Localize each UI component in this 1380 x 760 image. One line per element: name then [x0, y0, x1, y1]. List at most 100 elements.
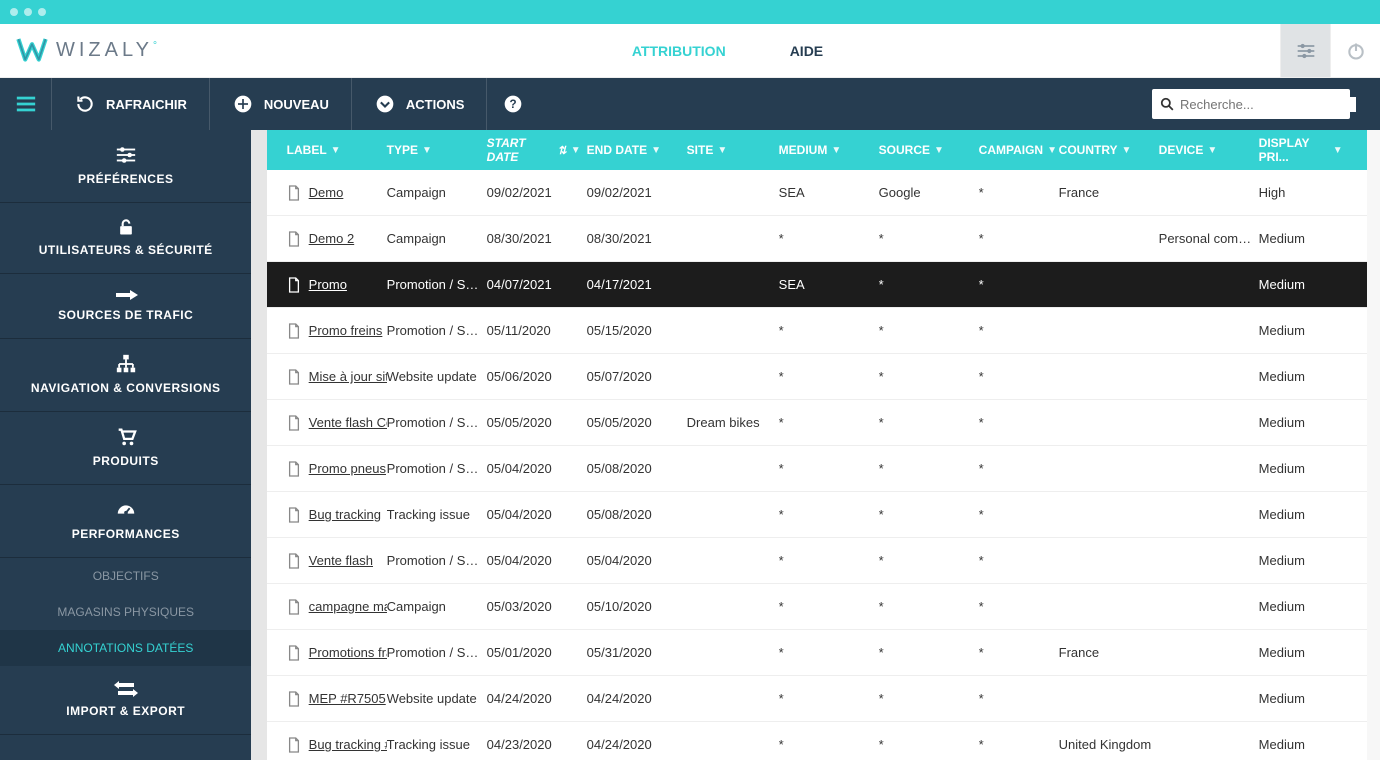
column-header-medium[interactable]: MEDIUM ▼	[779, 143, 879, 157]
sidebar-item-cart[interactable]: PRODUITS	[0, 412, 251, 485]
hamburger-menu-icon[interactable]	[0, 78, 52, 130]
sidebar-subitem[interactable]: ANNOTATIONS DATÉES	[0, 630, 251, 666]
sidebar-scrollbar[interactable]	[251, 130, 266, 760]
row-label-link[interactable]: Vente flash Copy	[309, 415, 387, 430]
cell-country: France	[1059, 645, 1159, 660]
cell-medium: *	[779, 691, 879, 706]
cell-priority: Medium	[1259, 415, 1349, 430]
cell-type: Website update	[387, 691, 487, 706]
row-label-link[interactable]: Promo freins	[309, 323, 383, 338]
cell-end-date: 05/08/2020	[587, 507, 687, 522]
cell-priority: Medium	[1259, 231, 1349, 246]
row-label-link[interactable]: Promo	[309, 277, 347, 292]
sidebar-item-lock[interactable]: UTILISATEURS & SÉCURITÉ	[0, 203, 251, 274]
svg-text:?: ?	[510, 98, 517, 111]
search-input[interactable]	[1180, 97, 1356, 112]
row-label-link[interactable]: MEP #R7505	[309, 691, 386, 706]
table-row[interactable]: PromoPromotion / Sales04/07/202104/17/20…	[267, 262, 1367, 308]
row-label-link[interactable]: Demo 2	[309, 231, 355, 246]
cell-end-date: 04/17/2021	[587, 277, 687, 292]
column-label: DEVICE	[1159, 143, 1204, 157]
table-row[interactable]: DemoCampaign09/02/202109/02/2021SEAGoogl…	[267, 170, 1367, 216]
cell-start-date: 05/04/2020	[487, 507, 587, 522]
app-header: WIZALY° ATTRIBUTION AIDE	[0, 24, 1380, 78]
table-row[interactable]: campagne mai ...Campaign05/03/202005/10/…	[267, 584, 1367, 630]
row-label-link[interactable]: Demo	[309, 185, 344, 200]
sidebar-subitem[interactable]: MAGASINS PHYSIQUES	[0, 594, 251, 630]
column-header-priority[interactable]: DISPLAY PRI... ▼	[1259, 136, 1349, 164]
sidebar-item-label: PRODUITS	[93, 454, 159, 468]
column-header-end[interactable]: END DATE ▼	[587, 143, 687, 157]
column-label: END DATE	[587, 143, 647, 157]
cell-medium: *	[779, 507, 879, 522]
sidebar-item-import-export[interactable]: IMPORT & EXPORT	[0, 666, 251, 735]
cell-end-date: 05/04/2020	[587, 553, 687, 568]
column-header-country[interactable]: COUNTRY ▼	[1059, 143, 1159, 157]
column-header-start[interactable]: START DATE ⇅ ▼	[487, 136, 587, 164]
window-dot[interactable]	[38, 8, 46, 16]
sidebar-item-arrow-right[interactable]: SOURCES DE TRAFIC	[0, 274, 251, 339]
content-area: LABEL ▼TYPE ▼START DATE ⇅ ▼END DATE ▼SIT…	[267, 130, 1367, 760]
cell-campaign: *	[979, 691, 1059, 706]
table-row[interactable]: Promo pneusPromotion / Sales05/04/202005…	[267, 446, 1367, 492]
row-label-link[interactable]: Promo pneus	[309, 461, 386, 476]
refresh-icon	[74, 93, 96, 115]
column-header-source[interactable]: SOURCE ▼	[879, 143, 979, 157]
cell-priority: Medium	[1259, 599, 1349, 614]
table-row[interactable]: Bug trackingTracking issue05/04/202005/0…	[267, 492, 1367, 538]
column-header-label[interactable]: LABEL ▼	[277, 143, 387, 157]
cell-type: Tracking issue	[387, 737, 487, 752]
cell-campaign: *	[979, 461, 1059, 476]
table-row[interactable]: Promotions fran...Promotion / Sales05/01…	[267, 630, 1367, 676]
table-row[interactable]: Bug tracking #1Tracking issue04/23/20200…	[267, 722, 1367, 760]
table-row[interactable]: Vente flashPromotion / Sales05/04/202005…	[267, 538, 1367, 584]
cell-source: *	[879, 599, 979, 614]
power-icon[interactable]	[1330, 24, 1380, 77]
row-label-link[interactable]: campagne mai ...	[309, 599, 387, 614]
tab-aide[interactable]: AIDE	[758, 24, 855, 77]
window-dot[interactable]	[24, 8, 32, 16]
tab-attribution[interactable]: ATTRIBUTION	[600, 20, 758, 77]
row-label-link[interactable]: Promotions fran...	[309, 645, 387, 660]
column-header-site[interactable]: SITE ▼	[687, 143, 779, 157]
sidebar-item-label: IMPORT & EXPORT	[66, 704, 185, 718]
brand-logo[interactable]: WIZALY°	[0, 33, 175, 69]
table-row[interactable]: MEP #R7505Website update04/24/202004/24/…	[267, 676, 1367, 722]
sidebar-item-label: NAVIGATION & CONVERSIONS	[31, 381, 221, 395]
column-header-type[interactable]: TYPE ▼	[387, 143, 487, 157]
cell-start-date: 08/30/2021	[487, 231, 587, 246]
caret-down-icon: ▼	[1122, 145, 1132, 156]
table-row[interactable]: Promo freinsPromotion / Sales05/11/20200…	[267, 308, 1367, 354]
new-button[interactable]: NOUVEAU	[210, 78, 352, 130]
sidebar-item-gauge[interactable]: PERFORMANCES	[0, 485, 251, 558]
cell-priority: Medium	[1259, 323, 1349, 338]
help-button[interactable]: ?	[487, 78, 539, 130]
cell-end-date: 04/24/2020	[587, 737, 687, 752]
table-row[interactable]: Vente flash CopyPromotion / Sales05/05/2…	[267, 400, 1367, 446]
refresh-button[interactable]: RAFRAICHIR	[52, 78, 210, 130]
row-label-link[interactable]: Vente flash	[309, 553, 373, 568]
column-header-device[interactable]: DEVICE ▼	[1159, 143, 1259, 157]
cell-campaign: *	[979, 737, 1059, 752]
table-row[interactable]: Demo 2Campaign08/30/202108/30/2021***Per…	[267, 216, 1367, 262]
cell-priority: Medium	[1259, 369, 1349, 384]
search-box[interactable]	[1152, 89, 1350, 119]
row-label-link[interactable]: Mise à jour site ...	[309, 369, 387, 384]
window-dot[interactable]	[10, 8, 18, 16]
table-row[interactable]: Mise à jour site ...Website update05/06/…	[267, 354, 1367, 400]
table-scrollbar[interactable]	[1367, 130, 1380, 760]
sidebar-subitem[interactable]: OBJECTIFS	[0, 558, 251, 594]
row-label-link[interactable]: Bug tracking	[309, 507, 381, 522]
cell-source: *	[879, 645, 979, 660]
settings-icon[interactable]	[1280, 24, 1330, 77]
sidebar-item-label: PERFORMANCES	[72, 527, 180, 541]
caret-down-icon: ▼	[571, 145, 581, 156]
actions-button[interactable]: ACTIONS	[352, 78, 488, 130]
cell-priority: Medium	[1259, 277, 1349, 292]
column-header-campaign[interactable]: CAMPAIGN ▼	[979, 143, 1059, 157]
cell-type: Campaign	[387, 231, 487, 246]
sidebar-item-sliders[interactable]: PRÉFÉRENCES	[0, 130, 251, 203]
cell-country: United Kingdom	[1059, 737, 1159, 752]
row-label-link[interactable]: Bug tracking #1	[309, 737, 387, 752]
sidebar-item-sitemap[interactable]: NAVIGATION & CONVERSIONS	[0, 339, 251, 412]
